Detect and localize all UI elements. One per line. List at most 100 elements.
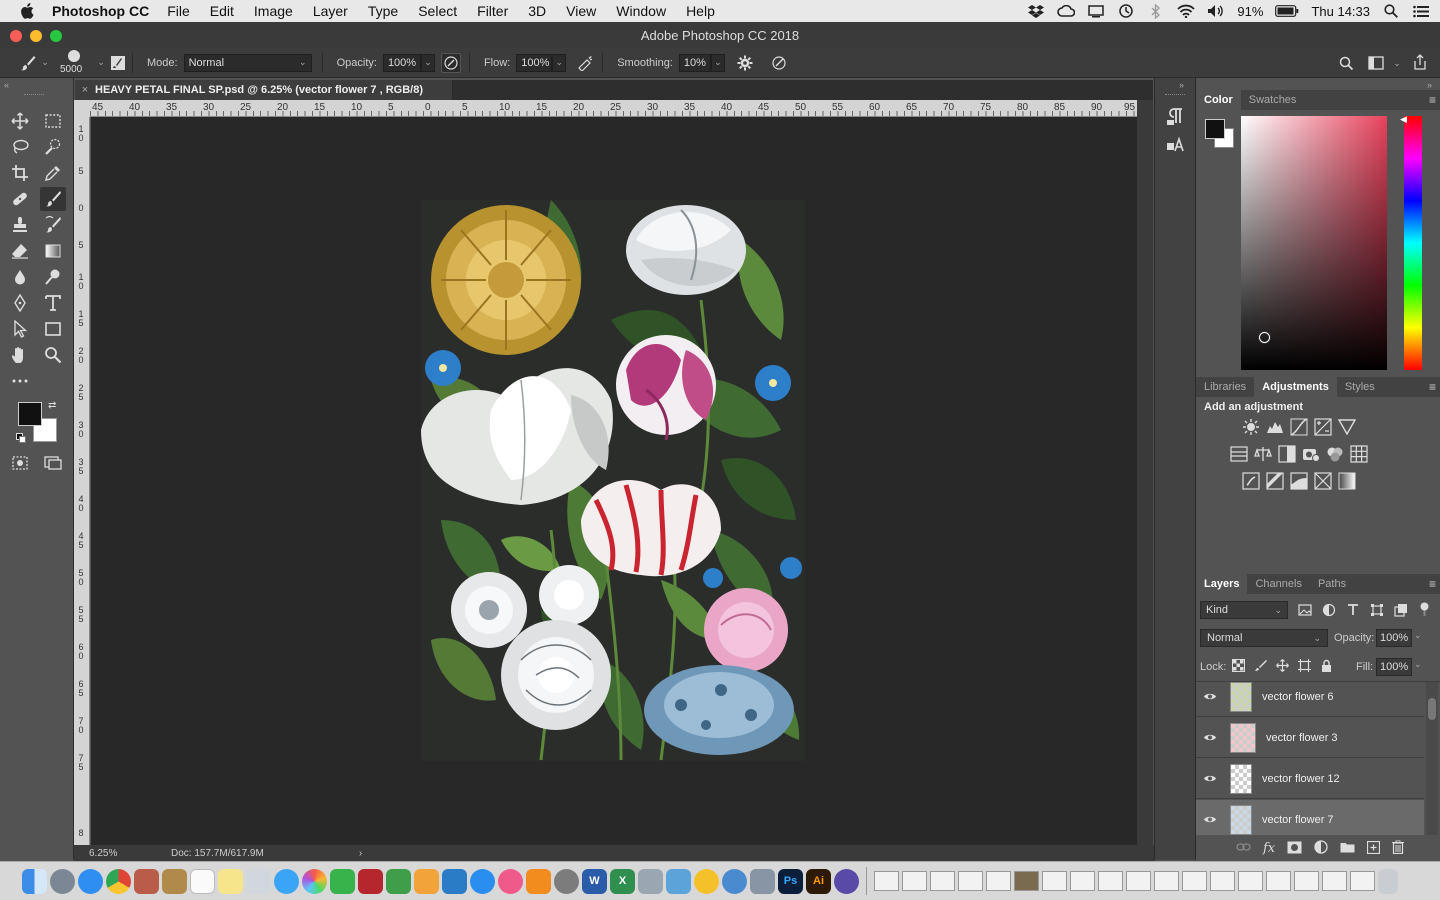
layer-row[interactable]: vector flower 3 <box>1196 718 1424 758</box>
minimized-window-thumbnail[interactable] <box>1350 871 1375 891</box>
tab-layers[interactable]: Layers <box>1196 574 1248 594</box>
notification-center-icon[interactable] <box>1412 4 1430 18</box>
menu-file[interactable]: File <box>167 3 190 19</box>
exposure-icon[interactable] <box>1314 418 1332 439</box>
photoshop-icon[interactable]: Ps <box>778 868 803 894</box>
vibrance-icon[interactable] <box>1337 418 1357 439</box>
hue-slider-handle[interactable]: ◀ <box>1400 114 1407 125</box>
color-field[interactable] <box>1241 116 1387 370</box>
flow-input[interactable]: 100% <box>516 53 553 72</box>
pen-tool[interactable] <box>7 291 33 315</box>
blend-mode-select[interactable]: Normal ⌄ <box>1200 629 1328 647</box>
layer-name[interactable]: vector flower 6 <box>1262 691 1334 703</box>
type-tool[interactable] <box>40 291 66 315</box>
color-balance-icon[interactable] <box>1254 445 1272 466</box>
menu-filter[interactable]: Filter <box>477 3 508 19</box>
swap-colors-icon[interactable]: ⇄ <box>48 400 56 411</box>
menu-3d[interactable]: 3D <box>528 3 546 19</box>
trash-icon[interactable] <box>1392 840 1405 857</box>
word-icon[interactable]: W <box>582 868 607 894</box>
collapse-tools-icon[interactable]: « <box>4 80 9 90</box>
character-panel-icon[interactable] <box>1165 134 1185 157</box>
workspace-dropdown[interactable]: ⌄ <box>1390 54 1404 72</box>
spotlight-icon[interactable] <box>1382 4 1400 18</box>
shape-layer-filter-icon[interactable] <box>1370 603 1384 620</box>
menu-layer[interactable]: Layer <box>313 3 348 19</box>
new-layer-icon[interactable] <box>1367 840 1381 857</box>
layer-name[interactable]: vector flower 7 <box>1262 814 1334 826</box>
adjustment-layer-icon[interactable] <box>1314 840 1328 857</box>
opacity-input[interactable]: 100% <box>382 53 421 72</box>
healing-brush-tool[interactable] <box>7 187 33 211</box>
lock-pixels-icon[interactable] <box>1254 659 1267 675</box>
horizontal-ruler[interactable]: 45 40 35 30 25 20 15 10 5 0 5 10 15 20 2… <box>90 100 1138 117</box>
pages-icon[interactable] <box>414 868 439 894</box>
scanner-icon[interactable] <box>750 868 775 894</box>
smoothing-input[interactable]: 10% <box>678 53 711 72</box>
minimized-window-thumbnail[interactable] <box>1294 871 1319 891</box>
floral-artwork-canvas[interactable] <box>421 200 805 761</box>
lock-all-icon[interactable] <box>1320 659 1333 675</box>
workspace-icon[interactable] <box>1366 53 1386 73</box>
dropbox-icon[interactable] <box>1027 4 1045 18</box>
creative-cloud-app-icon[interactable] <box>834 868 859 894</box>
fill-input[interactable]: 100% <box>1376 658 1412 676</box>
system-preferences-icon[interactable] <box>554 868 579 894</box>
selective-color-icon[interactable] <box>1314 472 1332 493</box>
creative-cloud-icon[interactable] <box>1057 4 1076 18</box>
marquee-tool[interactable] <box>40 109 66 133</box>
black-white-icon[interactable] <box>1278 445 1296 466</box>
pressure-opacity-icon[interactable] <box>440 52 461 73</box>
minimized-window-thumbnail[interactable] <box>986 871 1011 891</box>
layer-opacity-input[interactable]: 100% <box>1376 629 1412 647</box>
preview-icon[interactable] <box>246 868 271 894</box>
layers-scrollbar[interactable] <box>1426 682 1438 835</box>
gradient-map-icon[interactable] <box>1338 472 1356 493</box>
brightness-contrast-icon[interactable] <box>1242 418 1260 439</box>
minimized-window-thumbnail[interactable] <box>1182 871 1207 891</box>
bluetooth-icon[interactable] <box>1147 3 1165 19</box>
tab-adjustments[interactable]: Adjustments <box>1254 377 1337 397</box>
battery-icon[interactable] <box>1275 4 1299 18</box>
tab-styles[interactable]: Styles <box>1337 377 1383 397</box>
itunes-icon[interactable] <box>498 868 523 894</box>
finder-icon[interactable] <box>22 868 47 894</box>
menu-view[interactable]: View <box>566 3 596 19</box>
color-lookup-icon[interactable] <box>1350 445 1368 466</box>
minimized-window-thumbnail[interactable] <box>902 871 927 891</box>
vertical-ruler[interactable]: 1 0 5 0 5 1 0 1 5 2 0 2 5 3 0 3 5 4 0 4 … <box>74 117 90 845</box>
expand-panels-icon[interactable]: » <box>1179 80 1184 90</box>
share-icon[interactable] <box>1410 52 1430 72</box>
smoothing-slider-dropdown[interactable]: ⌄ <box>710 53 725 72</box>
menu-app-name[interactable]: Photoshop CC <box>52 3 149 19</box>
chrome-icon[interactable] <box>106 868 131 894</box>
channel-mixer-icon[interactable] <box>1326 445 1344 466</box>
document-tab[interactable]: × HEAVY PETAL FINAL SP.psd @ 6.25% (vect… <box>75 80 453 100</box>
zoom-tool[interactable] <box>40 343 66 367</box>
minimized-window-thumbnail[interactable] <box>1322 871 1347 891</box>
mode-select[interactable]: Normal ⌄ <box>183 53 312 72</box>
minimized-window-thumbnail[interactable] <box>930 871 955 891</box>
trash-dock-icon[interactable] <box>1378 868 1398 894</box>
fx-icon[interactable]: fx <box>1263 841 1275 856</box>
minimize-window-button[interactable] <box>30 30 42 42</box>
curves-icon[interactable] <box>1290 418 1308 439</box>
link-layers-icon[interactable] <box>1236 842 1251 855</box>
threshold-icon[interactable] <box>1290 472 1308 493</box>
illustrator-icon[interactable]: Ai <box>806 868 831 894</box>
tab-swatches[interactable]: Swatches <box>1241 90 1305 110</box>
layer-mask-icon[interactable] <box>1287 841 1302 857</box>
time-machine-icon[interactable] <box>1117 4 1135 18</box>
books-icon[interactable] <box>526 868 551 894</box>
menu-edit[interactable]: Edit <box>210 3 234 19</box>
facetime-icon[interactable] <box>330 868 355 894</box>
utility-icon[interactable] <box>638 868 663 894</box>
panel-menu-icon[interactable]: ≡ <box>1429 93 1436 107</box>
clock[interactable]: Thu 14:33 <box>1311 4 1370 19</box>
lock-artboard-icon[interactable] <box>1298 659 1311 675</box>
eye-icon[interactable] <box>1196 733 1224 742</box>
rectangle-tool[interactable] <box>40 317 66 341</box>
collapse-panels-icon[interactable]: » <box>1427 80 1432 90</box>
minimized-window-thumbnail[interactable] <box>874 871 899 891</box>
minimized-window-thumbnail[interactable] <box>1238 871 1263 891</box>
